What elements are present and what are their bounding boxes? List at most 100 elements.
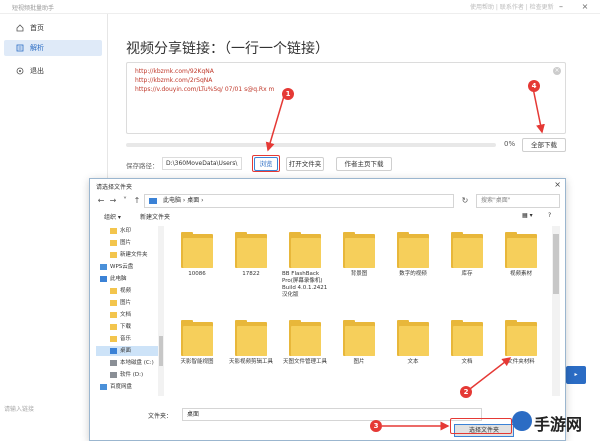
folder-item[interactable]: 10086 [170, 232, 224, 278]
site-logo-icon [512, 411, 532, 431]
folder-label: 图片 [353, 359, 365, 365]
folder-icon [110, 324, 117, 330]
app-header-links[interactable]: 使用帮助 | 联系作者 | 检查更新 [470, 2, 554, 11]
tree-item-label: 视频 [120, 288, 132, 294]
select-highlight [450, 418, 512, 434]
author-home-button[interactable]: 作者主页下载 [336, 157, 392, 171]
files-scroll-thumb[interactable] [553, 234, 559, 294]
tree-item[interactable]: 软件 (D:) [96, 370, 162, 380]
tree-item-label: 图片 [120, 240, 132, 246]
tree-item[interactable]: 本地磁盘 (C:) [96, 358, 162, 368]
minimize-icon[interactable]: – [556, 2, 566, 12]
link-line: http://kbzmk.com/2rSqNA [135, 77, 213, 84]
up-arrow-icon[interactable]: ↑ [132, 196, 142, 206]
browse-highlight [252, 155, 280, 172]
tree-item[interactable]: 桌面 [96, 346, 162, 356]
organize-menu[interactable]: 组织 ▾ [104, 212, 121, 221]
folder-icon [110, 300, 117, 306]
folder-item[interactable]: 视频素材 [494, 232, 548, 278]
folder-icon [110, 252, 117, 258]
tree-item[interactable]: 图片 [96, 298, 162, 308]
folder-icon [451, 320, 483, 356]
folder-item[interactable]: 图片 [332, 320, 386, 366]
tree-item-label: 此电脑 [110, 276, 127, 282]
folder-item[interactable]: 库存 [440, 232, 494, 278]
help-icon[interactable]: ? [548, 212, 551, 219]
folder-label: 库存 [461, 271, 473, 277]
tree-item[interactable]: WPS云盘 [96, 262, 162, 272]
files-scrollbar[interactable] [552, 226, 560, 396]
address-field[interactable]: 此电脑 › 桌面 › [144, 194, 454, 208]
folder-label: 背景图 [350, 271, 368, 277]
side-link-input[interactable]: 请输入链接 [4, 404, 34, 413]
folder-item[interactable]: 文件夹材料 [494, 320, 548, 366]
folder-item[interactable]: BB FlashBack Pro(屏幕录像机) Build 4.0.1.2421… [278, 232, 332, 299]
save-path-field[interactable]: D:\360MoveData\Users\ [162, 157, 242, 170]
folder-icon [505, 320, 537, 356]
tree-item-label: 本地磁盘 (C:) [120, 360, 154, 366]
sidebar-item-home[interactable]: 首页 [4, 20, 102, 36]
tree-item[interactable]: 新建文件夹 [96, 250, 162, 260]
tree-item[interactable]: 此电脑 [96, 274, 162, 284]
links-textarea[interactable]: http://kbzmk.com/92KqNA http://kbzmk.com… [126, 62, 566, 134]
folder-icon [235, 232, 267, 268]
folder-icon [181, 232, 213, 268]
folder-icon [235, 320, 267, 356]
download-all-button[interactable]: 全部下载 [522, 138, 566, 152]
sidebar-item-exit[interactable]: 退出 [4, 63, 102, 79]
command-bar: 组织 ▾ 新建文件夹 ▦ ▾ ? [96, 212, 560, 222]
view-icon[interactable]: ▦ ▾ [522, 212, 533, 219]
folder-label: BB FlashBack Pro(屏幕录像机) Build 4.0.1.2421… [282, 271, 328, 298]
refresh-icon[interactable]: ↻ [460, 196, 470, 206]
forward-arrow-icon[interactable]: → [108, 196, 118, 206]
folder-icon [110, 228, 117, 234]
folder-label: 视频素材 [509, 271, 532, 277]
tree-item[interactable]: 百度网盘 [96, 382, 162, 392]
sidebar-item-label: 退出 [30, 67, 44, 75]
folder-item[interactable]: 背景图 [332, 232, 386, 278]
back-arrow-icon[interactable]: ← [96, 196, 106, 206]
tree-scrollbar[interactable] [158, 226, 164, 396]
tree-item[interactable]: 水印 [96, 226, 162, 236]
chevron-down-icon[interactable]: ˅ [120, 196, 130, 206]
step-marker: 4 [528, 80, 540, 92]
app-title: 短视频批量助手 [12, 5, 55, 12]
open-folder-button[interactable]: 打开文件夹 [286, 157, 324, 171]
tree-item[interactable]: 文档 [96, 310, 162, 320]
dialog-close-icon[interactable]: × [554, 180, 561, 189]
step-marker: 2 [460, 386, 472, 398]
folder-item[interactable]: 天图文件管理工具 [278, 320, 332, 366]
tree-item-label: 图片 [120, 300, 132, 306]
folder-label: 数字的视频 [399, 271, 427, 277]
folder-picker-dialog: 请选择文件夹 × ← → ˅ ↑ 此电脑 › 桌面 › ↻ 搜索"桌面" 组织 … [89, 178, 566, 441]
sidebar-item-parse[interactable]: 解析 [4, 40, 102, 56]
side-action-button[interactable]: ▸ [566, 366, 586, 384]
clear-icon[interactable]: × [553, 67, 561, 75]
page-title: 视频分享链接：（一行一个链接） [126, 41, 329, 57]
folder-item[interactable]: 数字的视频 [386, 232, 440, 278]
sidebar-item-label: 解析 [30, 44, 44, 52]
tree-scroll-thumb[interactable] [159, 336, 163, 366]
tree-item-label: 水印 [120, 228, 132, 234]
tree-item[interactable]: 图片 [96, 238, 162, 248]
close-icon[interactable]: × [580, 2, 590, 12]
address-bar: ← → ˅ ↑ 此电脑 › 桌面 › ↻ 搜索"桌面" [96, 194, 560, 208]
search-input[interactable]: 搜索"桌面" [476, 194, 560, 208]
folder-item[interactable]: 天影视频剪辑工具 [224, 320, 278, 366]
new-folder-button[interactable]: 新建文件夹 [140, 212, 170, 221]
tree-item-label: 新建文件夹 [120, 252, 148, 258]
folder-item[interactable]: 17822 [224, 232, 278, 278]
folder-item[interactable]: 文本 [386, 320, 440, 366]
filename-field[interactable]: 桌面 [182, 408, 482, 421]
folder-label: 文本 [407, 359, 419, 365]
sidebar-item-label: 首页 [30, 24, 44, 32]
folder-item[interactable]: 文档 [440, 320, 494, 366]
home-icon [16, 24, 24, 32]
progress-bar [126, 143, 496, 147]
folder-icon [110, 312, 117, 318]
tree-item[interactable]: 视频 [96, 286, 162, 296]
tree-item[interactable]: 音乐 [96, 334, 162, 344]
folder-item[interactable]: 天影智能视图 [170, 320, 224, 366]
tree-item[interactable]: 下载 [96, 322, 162, 332]
folder-label: 17822 [242, 271, 260, 277]
